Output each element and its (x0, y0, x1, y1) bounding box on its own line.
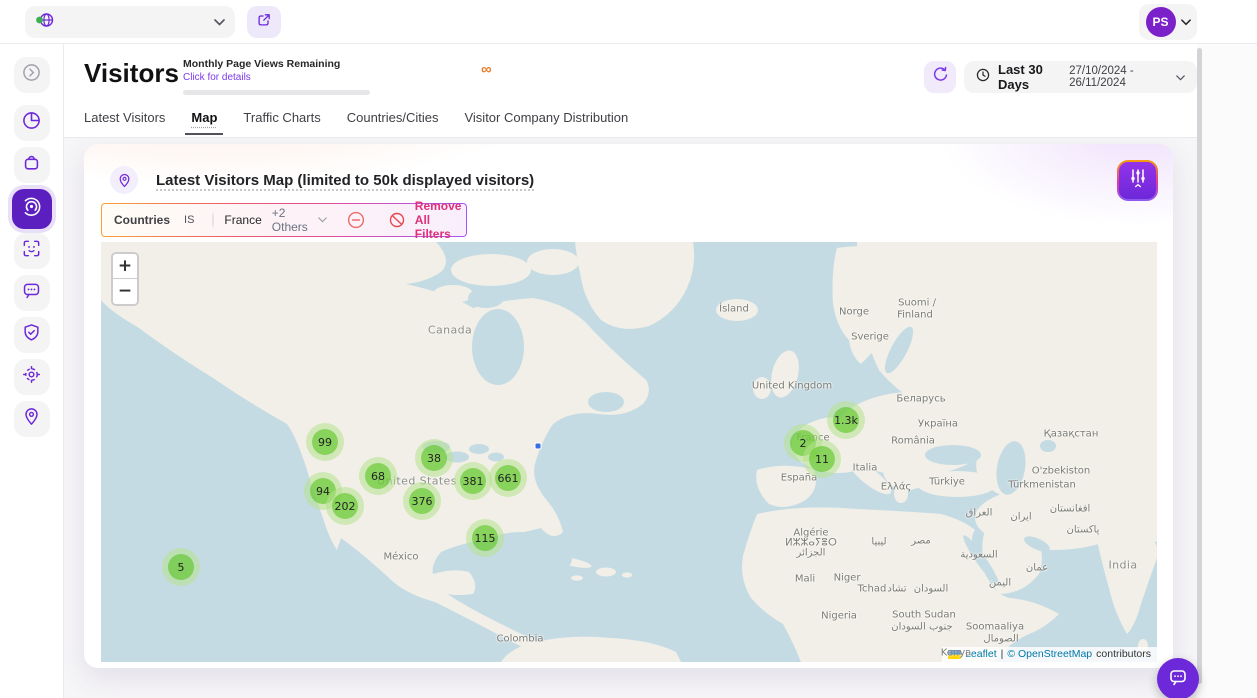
shop-bag-icon (22, 153, 41, 177)
map-canvas[interactable]: + − Leaflet | © OpenStreetMap contributo… (101, 242, 1157, 662)
map-pin-icon (110, 166, 138, 194)
map-attribution: Leaflet | © OpenStreetMap contributors (942, 647, 1157, 662)
ban-icon (389, 212, 405, 228)
tabs: Latest Visitors Map Traffic Charts Countrie… (84, 106, 628, 135)
filters-toggle-button[interactable] (1117, 160, 1158, 201)
page-header: Visitors Monthly Page Views Remaining Cl… (64, 44, 1197, 138)
privacy-shield-icon (22, 323, 41, 347)
sidebar (0, 44, 64, 698)
refresh-button[interactable] (924, 61, 956, 93)
vertical-scrollbar[interactable] (1197, 48, 1202, 684)
quota-label: Monthly Page Views Remaining (183, 58, 383, 70)
tab-countries-cities[interactable]: Countries/Cities (347, 106, 439, 135)
sidebar-item-ecommerce[interactable] (14, 147, 50, 183)
chat-bubble-icon (22, 281, 41, 305)
card-header: Latest Visitors Map (limited to 50k disp… (110, 166, 534, 194)
visitor-cluster-marker[interactable]: 376 (409, 488, 435, 514)
date-range-value: 27/10/2024 - 26/11/2024 (1069, 65, 1168, 89)
location-pin-icon (22, 407, 41, 431)
website-selector-dropdown[interactable] (25, 6, 235, 38)
dashboard-donut-icon (22, 111, 41, 135)
map-landmass (101, 242, 1157, 662)
tab-map[interactable]: Map (191, 106, 217, 135)
website-globe-icon (35, 11, 55, 34)
sidebar-item-behavior[interactable] (14, 233, 50, 269)
sidebar-item-location[interactable] (14, 401, 50, 437)
remove-filter-icon[interactable] (347, 211, 365, 229)
zoom-in-button[interactable]: + (113, 254, 137, 279)
visitor-marker[interactable] (535, 443, 542, 450)
page-views-quota: Monthly Page Views Remaining Click for d… (183, 58, 383, 95)
visitor-cluster-marker[interactable]: 38 (421, 445, 447, 471)
top-bar: PS (0, 0, 1257, 44)
visitor-cluster-marker[interactable]: 202 (332, 493, 358, 519)
quota-value: ∞ (481, 61, 492, 78)
external-link-icon (256, 12, 272, 33)
chevron-down-icon (214, 13, 225, 31)
sidebar-item-privacy[interactable] (14, 317, 50, 353)
visitors-radar-icon (21, 196, 42, 222)
sidebar-item-visitors[interactable] (12, 189, 52, 229)
latest-visitors-map-card: Latest Visitors Map (limited to 50k disp… (84, 144, 1173, 668)
remove-all-filters-button[interactable]: Remove All Filters (415, 199, 462, 241)
card-title: Latest Visitors Map (limited to 50k disp… (156, 172, 534, 189)
leaflet-link[interactable]: Leaflet (965, 648, 997, 660)
visitor-cluster-marker[interactable]: 1.3k (833, 407, 859, 433)
chevron-down-icon (1181, 13, 1191, 31)
behavior-scan-icon (22, 239, 41, 263)
tab-traffic-charts[interactable]: Traffic Charts (243, 106, 320, 135)
visitor-cluster-marker[interactable]: 5 (168, 554, 194, 580)
filter-country[interactable]: France (224, 213, 261, 227)
quota-details-link[interactable]: Click for details (183, 72, 383, 83)
tab-visitor-company-distribution[interactable]: Visitor Company Distribution (464, 106, 628, 135)
ukraine-flag-icon (948, 650, 961, 659)
support-chat-button[interactable] (1157, 658, 1199, 698)
collapse-icon (22, 63, 41, 87)
sidebar-collapse-button[interactable] (14, 57, 50, 93)
clock-icon (976, 68, 990, 87)
visitor-cluster-marker[interactable]: 11 (809, 446, 835, 472)
open-website-button[interactable] (247, 6, 281, 38)
chat-icon (1168, 667, 1188, 692)
sidebar-item-settings[interactable] (14, 359, 50, 395)
filter-field: Countries (114, 213, 170, 227)
avatar: PS (1146, 7, 1176, 37)
chevron-down-icon[interactable] (318, 217, 327, 223)
visitor-cluster-marker[interactable]: 381 (460, 468, 486, 494)
osm-link[interactable]: © OpenStreetMap (1007, 648, 1092, 660)
attribution-suffix: contributors (1096, 648, 1151, 660)
filter-others[interactable]: +2 Others (272, 206, 308, 234)
refresh-icon (932, 66, 949, 88)
quota-progress-bar (183, 90, 370, 95)
chevron-down-icon (1176, 68, 1185, 86)
date-range-picker[interactable]: Last 30 Days 27/10/2024 - 26/11/2024 (964, 61, 1197, 93)
filter-operator: IS (184, 214, 194, 226)
zoom-out-button[interactable]: − (113, 279, 137, 304)
map-zoom-control: + − (111, 252, 139, 306)
visitor-cluster-marker[interactable]: 661 (495, 465, 521, 491)
user-menu[interactable]: PS (1139, 4, 1197, 40)
settings-gear-icon (22, 365, 41, 389)
tab-latest-visitors[interactable]: Latest Visitors (84, 106, 165, 135)
visitor-cluster-marker[interactable]: 99 (312, 429, 338, 455)
page-title: Visitors (84, 58, 179, 89)
sidebar-item-dashboard[interactable] (14, 105, 50, 141)
active-filter-bar: Countries IS France +2 Others Remove All… (101, 203, 467, 237)
sidebar-item-communication[interactable] (14, 275, 50, 311)
date-range-label: Last 30 Days (998, 62, 1061, 92)
visitor-cluster-marker[interactable]: 68 (365, 463, 391, 489)
visitor-cluster-marker[interactable]: 115 (472, 525, 498, 551)
attribution-separator: | (1001, 648, 1004, 660)
france-flag-icon (212, 212, 214, 228)
sliders-icon (1128, 167, 1148, 194)
